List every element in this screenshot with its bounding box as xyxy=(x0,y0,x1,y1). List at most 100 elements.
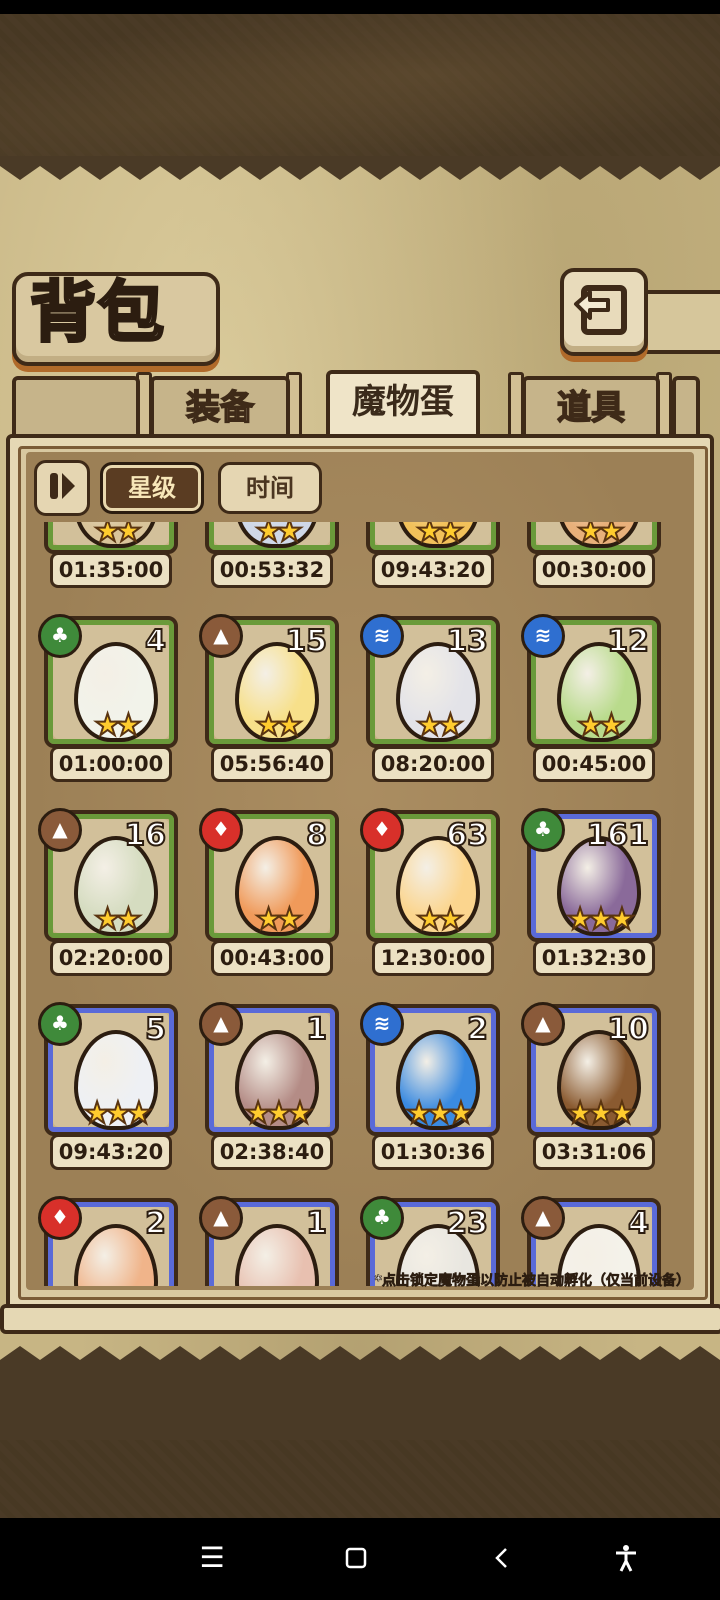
egg-count: 10 xyxy=(606,1011,650,1048)
egg-count: 1 xyxy=(305,1011,328,1048)
bottom-background xyxy=(0,1440,720,1518)
home-icon[interactable] xyxy=(336,1538,376,1578)
star-rating: ★★★ xyxy=(244,1095,315,1132)
fire-element-icon: ♦ xyxy=(38,1196,82,1240)
menu-icon[interactable]: ☰ xyxy=(192,1538,232,1578)
water-element-icon: ≋ xyxy=(521,614,565,658)
hatch-timer: 01:32:30 xyxy=(533,940,655,976)
egg-cell[interactable]: ♣ 5 ★★★ 09:43:20 xyxy=(26,1002,186,1194)
rock-element-icon: ▲ xyxy=(521,1002,565,1046)
grass-element-icon: ♣ xyxy=(38,614,82,658)
star-rating: ★★ xyxy=(254,901,304,938)
hatch-timer: 00:30:00 xyxy=(533,552,655,588)
egg-card[interactable]: ★★ xyxy=(366,522,500,554)
fire-element-icon: ♦ xyxy=(199,808,243,852)
sort-by-time-button[interactable]: 时间 xyxy=(218,462,322,514)
egg-cell[interactable]: ★★ 09:43:20 xyxy=(348,522,508,612)
tab-monster-eggs[interactable]: 魔物蛋 xyxy=(326,370,480,444)
star-rating: ★★ xyxy=(415,707,465,744)
star-rating: ★★ xyxy=(93,522,143,550)
tab-left-edge xyxy=(12,376,140,436)
hatch-timer: 00:43:00 xyxy=(211,940,333,976)
star-rating: ★★★ xyxy=(566,1095,637,1132)
egg-cell[interactable]: ♦ 63 ★★ 12:30:00 xyxy=(348,808,508,1000)
back-nav-icon[interactable] xyxy=(482,1538,522,1578)
tab-items[interactable]: 道具 xyxy=(522,376,660,436)
rock-element-icon: ▲ xyxy=(521,1196,565,1240)
hatch-timer: 00:45:00 xyxy=(533,746,655,782)
hatch-timer: 02:38:40 xyxy=(211,1134,333,1170)
egg-count: 1 xyxy=(305,1205,328,1242)
star-rating: ★★ xyxy=(93,901,143,938)
grass-element-icon: ♣ xyxy=(521,808,565,852)
egg-count: 16 xyxy=(123,817,167,854)
bottom-background-band xyxy=(0,1370,720,1442)
egg-cell[interactable]: ★★ 00:30:00 xyxy=(509,522,669,612)
rock-element-icon: ▲ xyxy=(38,808,82,852)
hatch-timer: 09:43:20 xyxy=(50,1134,172,1170)
lock-icon xyxy=(47,469,77,503)
accessibility-icon[interactable] xyxy=(606,1538,646,1578)
water-element-icon: ≋ xyxy=(360,1002,404,1046)
star-rating: ★★★ xyxy=(405,1095,476,1132)
star-rating: ★★ xyxy=(576,707,626,744)
tab-right-edge xyxy=(672,376,700,436)
egg-cell[interactable]: ▲ 15 ★★ 05:56:40 xyxy=(187,614,347,806)
egg-count: 13 xyxy=(445,623,489,660)
egg-card[interactable]: ★★ xyxy=(205,522,339,554)
panel-bottom-rail xyxy=(0,1304,720,1334)
tab-equipment[interactable]: 装备 xyxy=(150,376,290,436)
hatch-timer: 01:35:00 xyxy=(50,552,172,588)
top-zigzag-border xyxy=(0,156,720,180)
egg-card[interactable]: ★★ xyxy=(44,522,178,554)
star-rating: ★★ xyxy=(415,901,465,938)
water-element-icon: ≋ xyxy=(360,614,404,658)
egg-cell[interactable]: ★★ 00:53:32 xyxy=(187,522,347,612)
grass-element-icon: ♣ xyxy=(360,1196,404,1240)
egg-cell[interactable]: ▲ 1 xyxy=(187,1196,347,1286)
egg-count: 4 xyxy=(144,623,167,660)
egg-count: 161 xyxy=(585,817,650,854)
egg-count: 5 xyxy=(144,1011,167,1048)
lock-hint-text: *点击锁定魔物蛋以防止被自动孵化（仅当前设备） xyxy=(374,1273,690,1290)
star-rating: ★★ xyxy=(576,522,626,550)
fire-element-icon: ♦ xyxy=(360,808,404,852)
return-icon xyxy=(574,285,627,335)
rock-element-icon: ▲ xyxy=(199,1002,243,1046)
egg-count: 15 xyxy=(284,623,328,660)
status-bar xyxy=(0,0,720,14)
egg-cell[interactable]: ★★ 01:35:00 xyxy=(26,522,186,612)
sort-by-star-button[interactable]: 星级 xyxy=(100,462,204,514)
rock-element-icon: ▲ xyxy=(199,1196,243,1240)
egg-count: 4 xyxy=(627,1205,650,1242)
page-title: 背包 xyxy=(29,272,166,353)
egg-cell[interactable]: ▲ 1 ★★★ 02:38:40 xyxy=(187,1002,347,1194)
egg-cell[interactable]: ≋ 13 ★★ 08:20:00 xyxy=(348,614,508,806)
egg-count: 63 xyxy=(445,817,489,854)
hatch-timer: 08:20:00 xyxy=(372,746,494,782)
hatch-timer: 09:43:20 xyxy=(372,552,494,588)
grass-element-icon: ♣ xyxy=(38,1002,82,1046)
lock-toggle-button[interactable] xyxy=(34,460,90,516)
egg-cell[interactable]: ♦ 2 xyxy=(26,1196,186,1286)
egg-count: 8 xyxy=(305,817,328,854)
egg-count: 12 xyxy=(606,623,650,660)
egg-cell[interactable]: ≋ 2 ★★★ 01:30:36 xyxy=(348,1002,508,1194)
egg-card[interactable]: ★★ xyxy=(527,522,661,554)
egg-cell[interactable]: ♣ 161 ★★★ 01:32:30 xyxy=(509,808,669,1000)
egg-grid: ★★ 01:35:00 ★★ 00:53:32 ★★ 09:43:20 ★★ 00:30:00… xyxy=(26,522,694,1286)
hatch-timer: 00:53:32 xyxy=(211,552,333,588)
egg-cell[interactable]: ▲ 10 ★★★ 03:31:06 xyxy=(509,1002,669,1194)
egg-count: 2 xyxy=(144,1205,167,1242)
egg-cell[interactable]: ▲ 16 ★★ 02:20:00 xyxy=(26,808,186,1000)
egg-cell[interactable]: ≋ 12 ★★ 00:45:00 xyxy=(509,614,669,806)
star-rating: ★★ xyxy=(254,522,304,550)
star-rating: ★★ xyxy=(254,707,304,744)
back-button[interactable] xyxy=(560,268,648,356)
hatch-timer: 01:30:36 xyxy=(372,1134,494,1170)
rock-element-icon: ▲ xyxy=(199,614,243,658)
star-rating: ★★★ xyxy=(83,1095,154,1132)
egg-cell[interactable]: ♣ 4 ★★ 01:00:00 xyxy=(26,614,186,806)
egg-cell[interactable]: ♦ 8 ★★ 00:43:00 xyxy=(187,808,347,1000)
bottom-zigzag-border xyxy=(0,1346,720,1370)
